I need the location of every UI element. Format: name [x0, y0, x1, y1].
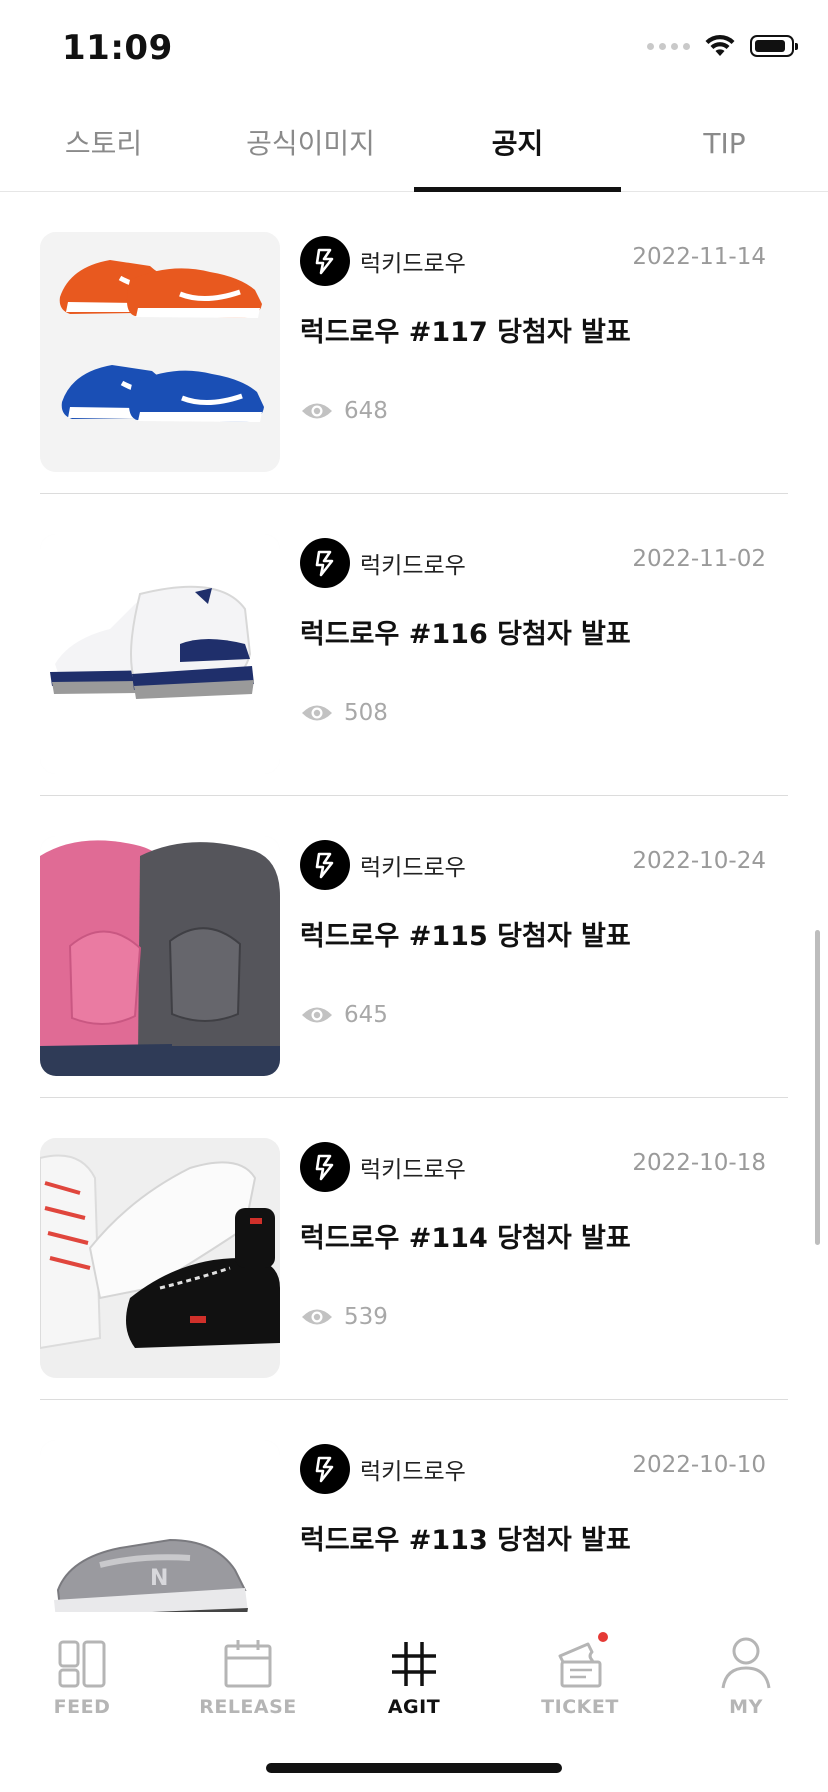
view-count-value: 648 [344, 398, 388, 424]
nav-feed-label: FEED [53, 1696, 111, 1718]
post-date: 2022-11-14 [632, 244, 766, 270]
brand-logo-icon [300, 538, 350, 588]
eye-icon [302, 403, 332, 419]
feed-grid-icon [58, 1640, 106, 1688]
calendar-icon [224, 1640, 272, 1688]
post-date: 2022-10-10 [632, 1452, 766, 1478]
view-count: 508 [300, 700, 388, 726]
post-title: 럭드로우 #116 당첨자 발표 [300, 619, 631, 650]
category-tabs: 스토리 공식이미지 공지 TIP [0, 100, 828, 192]
svg-text:N: N [150, 1566, 168, 1591]
nav-agit[interactable]: AGIT [344, 1636, 484, 1718]
eye-icon [302, 705, 332, 721]
post-title: 럭드로우 #117 당첨자 발표 [300, 317, 631, 348]
post-thumbnail [40, 232, 280, 472]
post-author: 럭키드로우 [360, 855, 466, 881]
status-bar: 11:09 [0, 0, 828, 100]
post-thumbnail: N [40, 1440, 280, 1612]
nav-my[interactable]: MY [676, 1636, 816, 1718]
nav-release[interactable]: RELEASE [178, 1636, 318, 1718]
wifi-icon [705, 34, 735, 56]
notice-list-item[interactable]: 럭키드로우 2022-11-14 럭드로우 #117 당첨자 발표 648 [40, 192, 788, 494]
post-title: 럭드로우 #114 당첨자 발표 [300, 1223, 631, 1254]
view-count: 539 [300, 1304, 388, 1330]
tab-official-images[interactable]: 공식이미지 [207, 100, 414, 191]
nav-agit-label: AGIT [387, 1696, 441, 1718]
nav-ticket[interactable]: TICKET [510, 1632, 650, 1718]
post-author: 럭키드로우 [360, 1459, 466, 1485]
tab-notice[interactable]: 공지 [414, 100, 621, 192]
post-title: 럭드로우 #115 당첨자 발표 [300, 921, 631, 952]
notification-badge [598, 1632, 608, 1642]
brand-logo-icon [300, 236, 350, 286]
home-indicator [266, 1763, 562, 1773]
post-thumbnail [40, 1138, 280, 1378]
cellular-signal-icon [647, 42, 690, 50]
notice-list: 럭키드로우 2022-11-14 럭드로우 #117 당첨자 발표 648 럭키… [40, 192, 788, 1612]
notice-list-item[interactable]: N 럭키드로우 2022-10-10 럭드로우 #113 당첨자 발표 [40, 1400, 788, 1612]
user-icon [721, 1637, 771, 1689]
brand-logo-icon [300, 1444, 350, 1494]
nav-my-label: MY [729, 1696, 763, 1718]
post-author: 럭키드로우 [360, 251, 466, 277]
eye-icon [302, 1007, 332, 1023]
scrollbar[interactable] [815, 930, 820, 1245]
view-count-value: 645 [344, 1002, 388, 1028]
post-thumbnail [40, 836, 280, 1076]
post-date: 2022-10-18 [632, 1150, 766, 1176]
nav-release-label: RELEASE [199, 1696, 297, 1718]
post-author: 럭키드로우 [360, 553, 466, 579]
notice-list-item[interactable]: 럭키드로우 2022-11-02 럭드로우 #116 당첨자 발표 508 [40, 494, 788, 796]
post-thumbnail [40, 534, 280, 774]
post-author: 럭키드로우 [360, 1157, 466, 1183]
view-count: 645 [300, 1002, 388, 1028]
ticket-icon [558, 1642, 602, 1688]
notice-list-item[interactable]: 럭키드로우 2022-10-18 럭드로우 #114 당첨자 발표 539 [40, 1098, 788, 1400]
post-date: 2022-10-24 [632, 848, 766, 874]
hashtag-icon [392, 1642, 436, 1686]
view-count-value: 508 [344, 700, 388, 726]
tab-tip[interactable]: TIP [621, 100, 828, 191]
status-icons [647, 34, 798, 58]
nav-ticket-label: TICKET [541, 1696, 619, 1718]
view-count: 648 [300, 398, 388, 424]
notice-list-item[interactable]: 럭키드로우 2022-10-24 럭드로우 #115 당첨자 발표 645 [40, 796, 788, 1098]
view-count-value: 539 [344, 1304, 388, 1330]
nav-feed[interactable]: FEED [12, 1636, 152, 1718]
brand-logo-icon [300, 840, 350, 890]
status-time: 11:09 [62, 28, 173, 68]
battery-icon [750, 35, 798, 57]
brand-logo-icon [300, 1142, 350, 1192]
eye-icon [302, 1309, 332, 1325]
post-date: 2022-11-02 [632, 546, 766, 572]
tab-story[interactable]: 스토리 [0, 100, 207, 191]
post-title: 럭드로우 #113 당첨자 발표 [300, 1525, 631, 1556]
